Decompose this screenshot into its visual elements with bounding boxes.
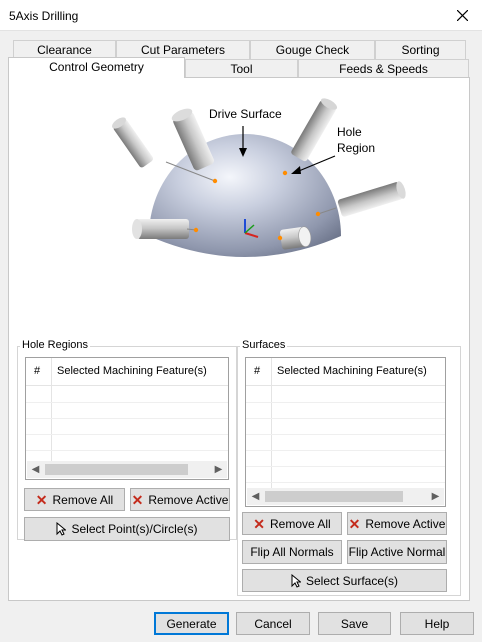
button-label: Select Point(s)/Circle(s) <box>71 522 198 536</box>
remove-x-icon: ✕ <box>253 515 266 532</box>
remove-x-icon: ✕ <box>35 491 48 508</box>
button-label: Flip All Normals <box>250 545 334 559</box>
scrollbar-thumb[interactable] <box>265 491 403 502</box>
scroll-right-icon[interactable]: ▶ <box>210 461 227 478</box>
surfaces-remove-all-button[interactable]: ✕ Remove All <box>242 512 342 535</box>
tab-control-geometry[interactable]: Control Geometry <box>8 57 185 78</box>
tab-label: Cut Parameters <box>140 43 226 57</box>
tab-gouge-check[interactable]: Gouge Check <box>250 40 375 59</box>
button-label: Remove Active <box>365 516 446 531</box>
hole-point <box>212 178 218 184</box>
hole-region-label: Hole Region <box>337 125 376 155</box>
horizontal-scrollbar[interactable]: ◀ ▶ <box>27 461 227 478</box>
horizontal-scrollbar[interactable]: ◀ ▶ <box>247 488 444 505</box>
button-label: Remove All <box>270 516 331 531</box>
hole-remove-active-button[interactable]: ✕ Remove Active <box>130 488 230 511</box>
select-surfaces-button[interactable]: Select Surface(s) <box>242 569 447 592</box>
column-number-header: # <box>34 365 41 377</box>
close-icon <box>456 10 468 21</box>
surfaces-remove-active-button[interactable]: ✕ Remove Active <box>347 512 447 535</box>
hole-point <box>315 211 321 217</box>
hole-point <box>282 170 288 176</box>
tab-label: Feeds & Speeds <box>339 62 428 76</box>
column-feature-header: Selected Machining Feature(s) <box>277 365 427 377</box>
control-geometry-panel: Drive Surface Hole Region Hole Regions #… <box>8 77 470 601</box>
window-title: 5Axis Drilling <box>9 9 79 23</box>
button-label: Help <box>424 616 450 631</box>
button-label: Cancel <box>254 616 292 631</box>
remove-x-icon: ✕ <box>348 515 361 532</box>
select-points-circles-button[interactable]: Select Point(s)/Circle(s) <box>24 517 230 541</box>
table-row <box>246 466 445 467</box>
flip-active-normal-button[interactable]: Flip Active Normal <box>347 540 447 564</box>
tool-cylinder-right <box>337 181 406 217</box>
tab-tool[interactable]: Tool <box>185 59 298 78</box>
column-divider <box>271 358 272 489</box>
button-label: Select Surface(s) <box>305 573 399 588</box>
button-label: Flip Active Normal <box>348 545 446 559</box>
column-feature-header: Selected Machining Feature(s) <box>57 365 207 377</box>
button-label: Save <box>340 616 369 631</box>
hole-regions-list[interactable]: # Selected Machining Feature(s) ◀ ▶ <box>25 357 229 480</box>
tab-label: Tool <box>230 62 253 76</box>
scroll-left-icon[interactable]: ◀ <box>27 461 44 478</box>
table-row <box>246 450 445 451</box>
tab-sorting[interactable]: Sorting <box>375 40 466 59</box>
table-row <box>26 450 228 451</box>
remove-x-icon: ✕ <box>131 491 144 508</box>
column-divider <box>51 358 52 462</box>
button-label: Remove All <box>52 492 114 507</box>
generate-button[interactable]: Generate <box>154 612 229 635</box>
flip-all-normals-button[interactable]: Flip All Normals <box>242 540 342 564</box>
tool-cylinder-front <box>279 226 312 250</box>
tab-label: Clearance <box>37 43 92 57</box>
tool-cylinder-left <box>132 219 189 239</box>
tab-feeds-speeds[interactable]: Feeds & Speeds <box>298 59 469 78</box>
table-row <box>246 418 445 419</box>
button-label: Generate <box>166 616 217 631</box>
table-row <box>26 434 228 435</box>
tool-cylinder-top-right <box>291 98 338 162</box>
help-button[interactable]: Help <box>400 612 474 635</box>
scroll-left-icon[interactable]: ◀ <box>247 488 264 505</box>
table-row <box>246 402 445 403</box>
tool-cylinder-left-back <box>112 117 154 168</box>
hole-point <box>193 227 199 233</box>
pointer-arrow-icon <box>291 573 301 588</box>
drive-surface-label: Drive Surface <box>209 107 282 121</box>
title-bar: 5Axis Drilling <box>0 0 482 31</box>
tab-label: Control Geometry <box>49 60 144 74</box>
scroll-right-icon[interactable]: ▶ <box>427 488 444 505</box>
cancel-button[interactable]: Cancel <box>236 612 310 635</box>
pointer-arrow-icon <box>56 522 67 536</box>
table-row <box>26 418 228 419</box>
hole-remove-all-button[interactable]: ✕ Remove All <box>24 488 125 511</box>
surfaces-title: Surfaces <box>240 339 288 351</box>
hole-point <box>277 235 283 241</box>
close-button[interactable] <box>442 0 482 31</box>
table-row <box>246 482 445 483</box>
table-row <box>26 402 228 403</box>
scrollbar-thumb[interactable] <box>45 464 188 475</box>
hole-regions-title: Hole Regions <box>20 339 91 351</box>
column-number-header: # <box>254 365 261 377</box>
tab-label: Sorting <box>401 43 440 57</box>
table-row <box>246 434 445 435</box>
surfaces-list[interactable]: # Selected Machining Feature(s) ◀ ▶ <box>245 357 446 507</box>
button-label: Remove Active <box>148 492 229 507</box>
tab-label: Gouge Check <box>275 43 350 57</box>
save-button[interactable]: Save <box>318 612 391 635</box>
